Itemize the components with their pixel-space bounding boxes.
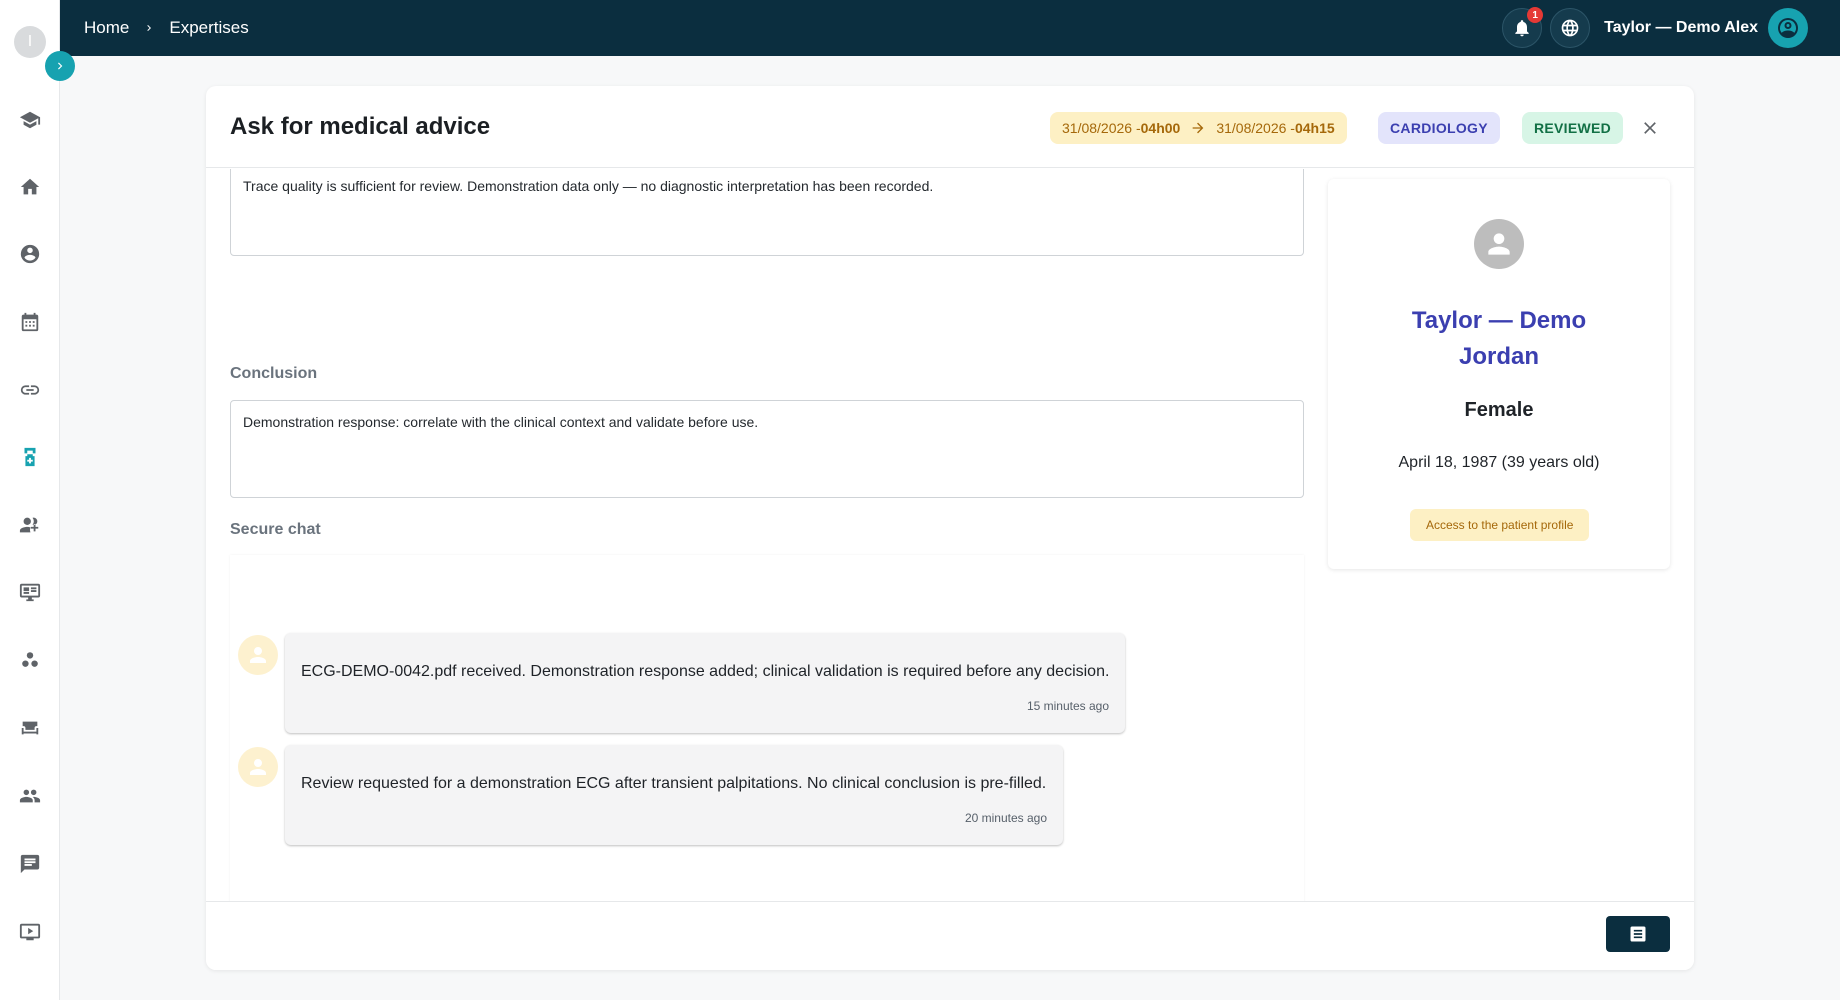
chevron-right-icon — [58, 62, 63, 70]
home-icon[interactable] — [18, 175, 42, 199]
group-add-icon[interactable] — [18, 513, 42, 537]
patient-profile-button[interactable]: Access to the patient profile — [1410, 509, 1590, 541]
globe-icon — [1561, 19, 1579, 37]
account-circle-icon — [1778, 18, 1798, 38]
person-icon — [1488, 233, 1510, 255]
patient-card: Taylor — Demo Jordan Female April 18, 19… — [1328, 179, 1670, 569]
modal-title: Ask for medical advice — [230, 113, 491, 140]
chevron-right-icon — [143, 22, 155, 34]
message-avatar — [238, 635, 278, 675]
patient-avatar — [1474, 219, 1524, 269]
top-bar: Home Expertises 1 Taylor — Demo Alex — [60, 0, 1840, 56]
arrow-right-icon — [1192, 122, 1204, 134]
video-icon[interactable] — [18, 920, 42, 944]
conclusion-label: Conclusion — [230, 365, 318, 382]
patient-gender: Female — [1464, 399, 1534, 421]
conclusion-field[interactable]: Demonstration response: correlate with t… — [230, 400, 1304, 498]
document-icon — [1630, 926, 1646, 942]
bubbles-icon[interactable] — [18, 648, 42, 672]
end-time: 04h15 — [1294, 120, 1335, 136]
start-date: 31/08/2026 - — [1062, 120, 1141, 136]
chat-area[interactable]: ECG-DEMO-0042.pdf received. Demonstratio… — [230, 555, 1304, 901]
notifications-button[interactable]: 1 — [1502, 7, 1544, 48]
user-avatar[interactable] — [1768, 8, 1808, 48]
message-time: 15 minutes ago — [1026, 699, 1109, 713]
patient-name: Taylor — Demo Jordan — [1411, 307, 1587, 370]
specialty-chip: CARDIOLOGY — [1378, 112, 1500, 144]
message-text: ECG-DEMO-0042.pdf received. Demonstratio… — [301, 663, 1110, 680]
chat-icon[interactable] — [18, 852, 42, 876]
user-name[interactable]: Taylor — Demo Alex — [1604, 19, 1758, 37]
modal-footer — [206, 901, 1694, 970]
sidebar: I — [0, 0, 60, 1000]
modal-header: Ask for medical advice 31/08/2026 - 04h0… — [206, 86, 1694, 168]
report-button[interactable] — [1606, 916, 1670, 952]
calendar-icon[interactable] — [18, 310, 42, 334]
person-icon — [250, 647, 266, 663]
close-button[interactable] — [1638, 116, 1662, 140]
notification-badge: 1 — [1527, 7, 1544, 23]
monitor-icon[interactable] — [18, 580, 42, 604]
couch-icon[interactable] — [18, 716, 42, 740]
message-avatar — [238, 747, 278, 787]
breadcrumb-expertises[interactable]: Expertises — [169, 18, 248, 38]
secure-chat-label: Secure chat — [230, 521, 321, 538]
start-time: 04h00 — [1140, 120, 1181, 136]
end-date: 31/08/2026 - — [1216, 120, 1295, 136]
doctor-icon[interactable] — [18, 242, 42, 266]
message-time: 20 minutes ago — [964, 811, 1047, 825]
message-bubble: Review requested for a demonstration ECG… — [285, 745, 1063, 845]
date-range-chip: 31/08/2026 - 04h00 31/08/2026 - 04h15 — [1050, 112, 1347, 144]
link-icon[interactable] — [18, 378, 42, 402]
patient-dob: April 18, 1987 (39 years old) — [1398, 454, 1600, 471]
people-icon[interactable] — [18, 784, 42, 808]
app-logo[interactable]: I — [14, 26, 46, 58]
medical-advice-modal: Ask for medical advice 31/08/2026 - 04h0… — [206, 86, 1694, 970]
medical-team-icon[interactable] — [18, 445, 42, 469]
person-icon — [250, 759, 266, 775]
sidebar-toggle-button[interactable] — [45, 51, 75, 81]
close-icon — [1644, 122, 1656, 134]
language-button[interactable] — [1550, 8, 1591, 48]
interpretation-field[interactable]: Trace quality is sufficient for review. … — [230, 169, 1304, 256]
message-bubble: ECG-DEMO-0042.pdf received. Demonstratio… — [285, 633, 1125, 733]
graduation-cap-icon[interactable] — [18, 108, 42, 132]
modal-body: Trace quality is sufficient for review. … — [206, 169, 1694, 901]
breadcrumb-home[interactable]: Home — [84, 18, 129, 38]
status-badge: REVIEWED — [1522, 112, 1624, 144]
message-text: Review requested for a demonstration ECG… — [301, 775, 1047, 792]
